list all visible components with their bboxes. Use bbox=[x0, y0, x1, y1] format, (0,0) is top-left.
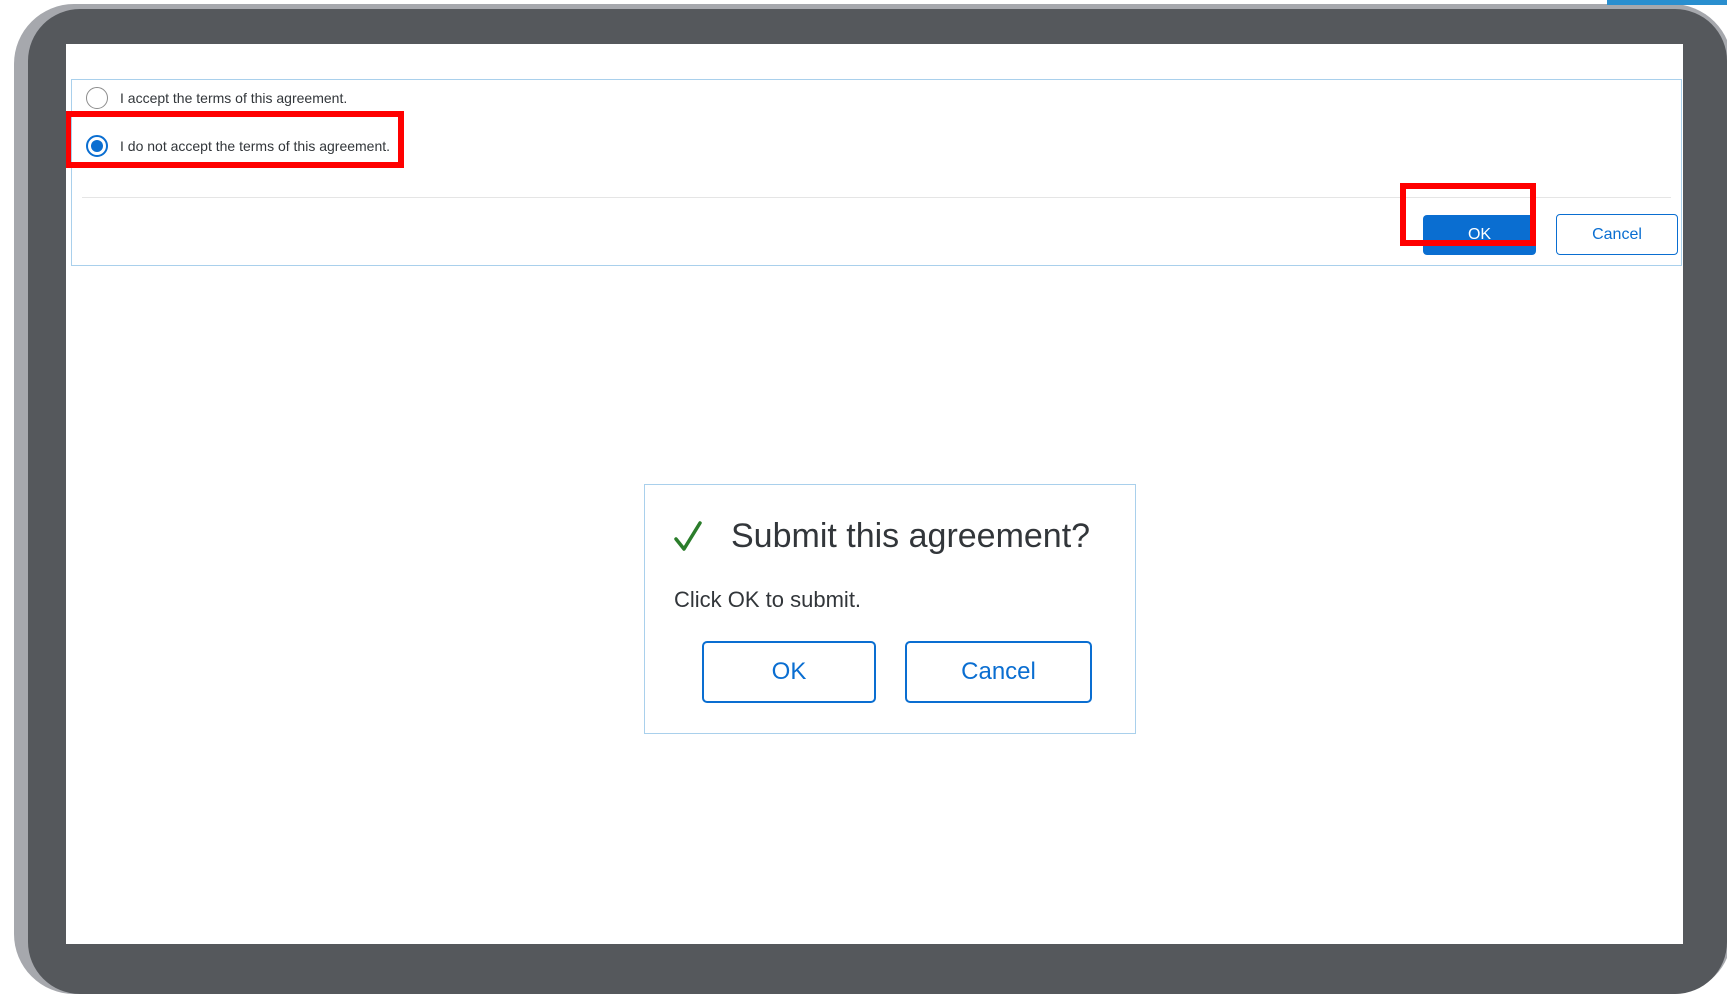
accept-terms-option[interactable]: I accept the terms of this agreement. bbox=[86, 84, 347, 112]
checkmark-icon bbox=[673, 520, 703, 554]
corner-accent bbox=[1607, 0, 1727, 5]
dialog-ok-button[interactable]: OK bbox=[702, 641, 876, 703]
dialog-title: Submit this agreement? bbox=[731, 517, 1091, 555]
decline-terms-label: I do not accept the terms of this agreem… bbox=[120, 138, 391, 154]
agreement-panel: I accept the terms of this agreement. I … bbox=[71, 79, 1682, 266]
dialog-message: Click OK to submit. bbox=[674, 587, 862, 612]
accept-terms-label: I accept the terms of this agreement. bbox=[120, 90, 348, 106]
accept-terms-radio[interactable] bbox=[86, 87, 108, 109]
dialog-cancel-button[interactable]: Cancel bbox=[905, 641, 1092, 703]
panel-divider bbox=[82, 197, 1671, 198]
confirm-dialog: Submit this agreement? Click OK to submi… bbox=[644, 484, 1136, 734]
agreement-cancel-button[interactable]: Cancel bbox=[1556, 214, 1678, 255]
decline-terms-option[interactable]: I do not accept the terms of this agreem… bbox=[86, 132, 390, 160]
decline-terms-radio[interactable] bbox=[86, 135, 108, 157]
agreement-ok-button[interactable]: OK bbox=[1423, 215, 1536, 255]
dialog-header: Submit this agreement? bbox=[673, 517, 1090, 556]
screen: I accept the terms of this agreement. I … bbox=[66, 44, 1683, 944]
